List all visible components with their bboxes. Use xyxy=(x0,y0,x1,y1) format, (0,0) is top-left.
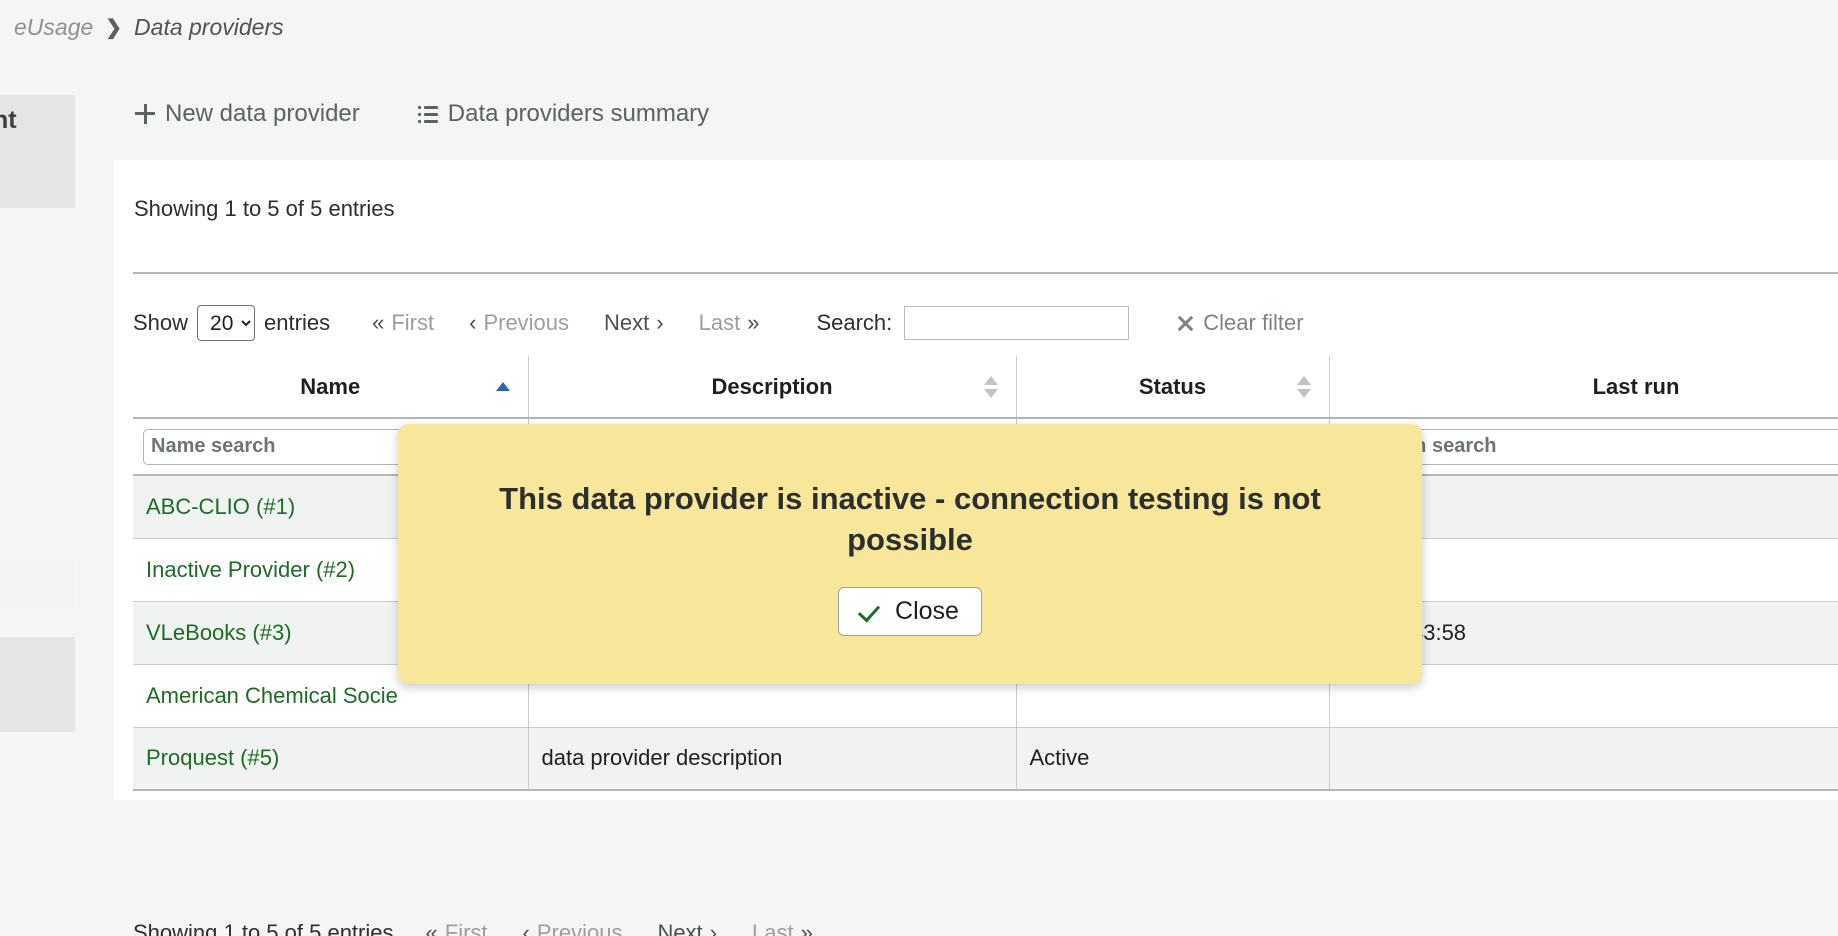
plus-icon xyxy=(135,104,155,124)
sort-none-icon xyxy=(984,374,998,400)
previous-page-label-bottom: Previous xyxy=(537,920,623,936)
column-header-description[interactable]: Description xyxy=(528,356,1016,418)
data-providers-summary-label: Data providers summary xyxy=(448,100,709,128)
header-row: Name Description Status xyxy=(133,356,1838,418)
double-chevron-right-icon: » xyxy=(747,312,759,334)
cell-name: Proquest (#5) xyxy=(133,727,528,790)
dialog-message: This data provider is inactive - connect… xyxy=(450,479,1370,561)
global-search-input[interactable] xyxy=(904,306,1129,340)
breadcrumb-root[interactable]: eUsage xyxy=(14,14,93,41)
table-row: Proquest (#5) data provider description … xyxy=(133,727,1838,790)
sort-ascending-icon xyxy=(496,374,510,400)
first-page-label-bottom: First xyxy=(445,920,488,936)
column-header-last-run-label: Last run xyxy=(1330,374,1838,400)
table-footer: Showing 1 to 5 of 5 entries « First ‹ Pr… xyxy=(133,920,813,936)
column-header-description-label: Description xyxy=(529,374,1016,400)
page-length-select[interactable]: 20 xyxy=(197,305,255,341)
provider-link[interactable]: VLeBooks (#3) xyxy=(146,620,292,645)
sort-none-icon xyxy=(1297,374,1311,400)
search-label: Search: xyxy=(816,310,892,336)
data-providers-summary-button[interactable]: Data providers summary xyxy=(418,100,709,128)
cell-last-run xyxy=(1329,727,1838,790)
provider-link[interactable]: Proquest (#5) xyxy=(146,745,279,770)
list-icon xyxy=(418,106,438,123)
column-header-last-run[interactable]: Last run xyxy=(1329,356,1838,418)
cell-description: data provider description xyxy=(528,727,1016,790)
table-controls: Show 20 entries « First ‹ Previous Next … xyxy=(133,300,1838,346)
column-header-status[interactable]: Status xyxy=(1016,356,1329,418)
last-page-label: Last xyxy=(699,310,741,336)
chevron-left-icon: ‹ xyxy=(523,922,530,936)
next-page-label-bottom: Next xyxy=(657,920,702,936)
previous-page-button[interactable]: ‹ Previous xyxy=(469,310,569,336)
breadcrumb: eUsage ❯ Data providers xyxy=(14,14,284,41)
entries-info-bottom: Showing 1 to 5 of 5 entries xyxy=(133,920,394,936)
global-search-group: Search: xyxy=(816,306,1129,340)
last-page-button-bottom[interactable]: Last » xyxy=(752,920,813,936)
entries-label: entries xyxy=(264,310,330,336)
page-root: eUsage ❯ Data providers nt New data prov… xyxy=(0,0,1838,936)
previous-page-label: Previous xyxy=(483,310,569,336)
chevron-left-icon: ‹ xyxy=(469,312,476,334)
previous-page-button-bottom[interactable]: ‹ Previous xyxy=(523,920,623,936)
sidebar-panel-bottom xyxy=(0,637,75,732)
provider-link[interactable]: Inactive Provider (#2) xyxy=(146,557,355,582)
entries-info-top: Showing 1 to 5 of 5 entries xyxy=(134,196,395,222)
divider xyxy=(133,272,1838,274)
breadcrumb-separator-icon: ❯ xyxy=(105,15,122,40)
breadcrumb-current: Data providers xyxy=(134,14,284,41)
new-data-provider-button[interactable]: New data provider xyxy=(135,100,360,128)
column-header-name[interactable]: Name xyxy=(133,356,528,418)
inactive-provider-dialog: This data provider is inactive - connect… xyxy=(398,424,1422,684)
close-button-label: Close xyxy=(895,597,959,626)
double-chevron-left-icon: « xyxy=(426,922,438,936)
column-header-status-label: Status xyxy=(1017,374,1329,400)
clear-filter-label: Clear filter xyxy=(1203,310,1303,336)
column-header-name-label: Name xyxy=(133,374,528,400)
clear-filter-button[interactable]: Clear filter xyxy=(1176,310,1303,336)
cell-status: Active xyxy=(1016,727,1329,790)
close-x-icon xyxy=(1176,314,1194,332)
pagination-bottom: « First ‹ Previous Next › Last » xyxy=(426,920,813,936)
provider-link[interactable]: American Chemical Socie xyxy=(146,683,398,708)
double-chevron-left-icon: « xyxy=(372,312,384,334)
last-page-button[interactable]: Last » xyxy=(699,310,760,336)
next-page-label: Next xyxy=(604,310,649,336)
sidebar-panel-middle xyxy=(0,560,75,610)
chevron-right-icon: › xyxy=(710,922,717,936)
close-button[interactable]: Close xyxy=(838,587,982,636)
action-bar: New data provider Data providers summary xyxy=(135,100,709,128)
next-page-button[interactable]: Next › xyxy=(604,310,664,336)
last-page-label-bottom: Last xyxy=(752,920,794,936)
new-data-provider-label: New data provider xyxy=(165,100,360,128)
first-page-label: First xyxy=(391,310,434,336)
check-icon xyxy=(861,600,883,622)
page-length-group: Show 20 entries xyxy=(133,305,330,341)
double-chevron-right-icon: » xyxy=(801,922,813,936)
first-page-button-bottom[interactable]: « First xyxy=(426,920,488,936)
sidebar-clipped-label: nt xyxy=(0,106,17,135)
show-label: Show xyxy=(133,310,188,336)
provider-link[interactable]: ABC-CLIO (#1) xyxy=(146,494,295,519)
next-page-button-bottom[interactable]: Next › xyxy=(657,920,717,936)
chevron-right-icon: › xyxy=(656,312,663,334)
first-page-button[interactable]: « First xyxy=(372,310,434,336)
pagination-top: « First ‹ Previous Next › Last » xyxy=(372,310,759,336)
